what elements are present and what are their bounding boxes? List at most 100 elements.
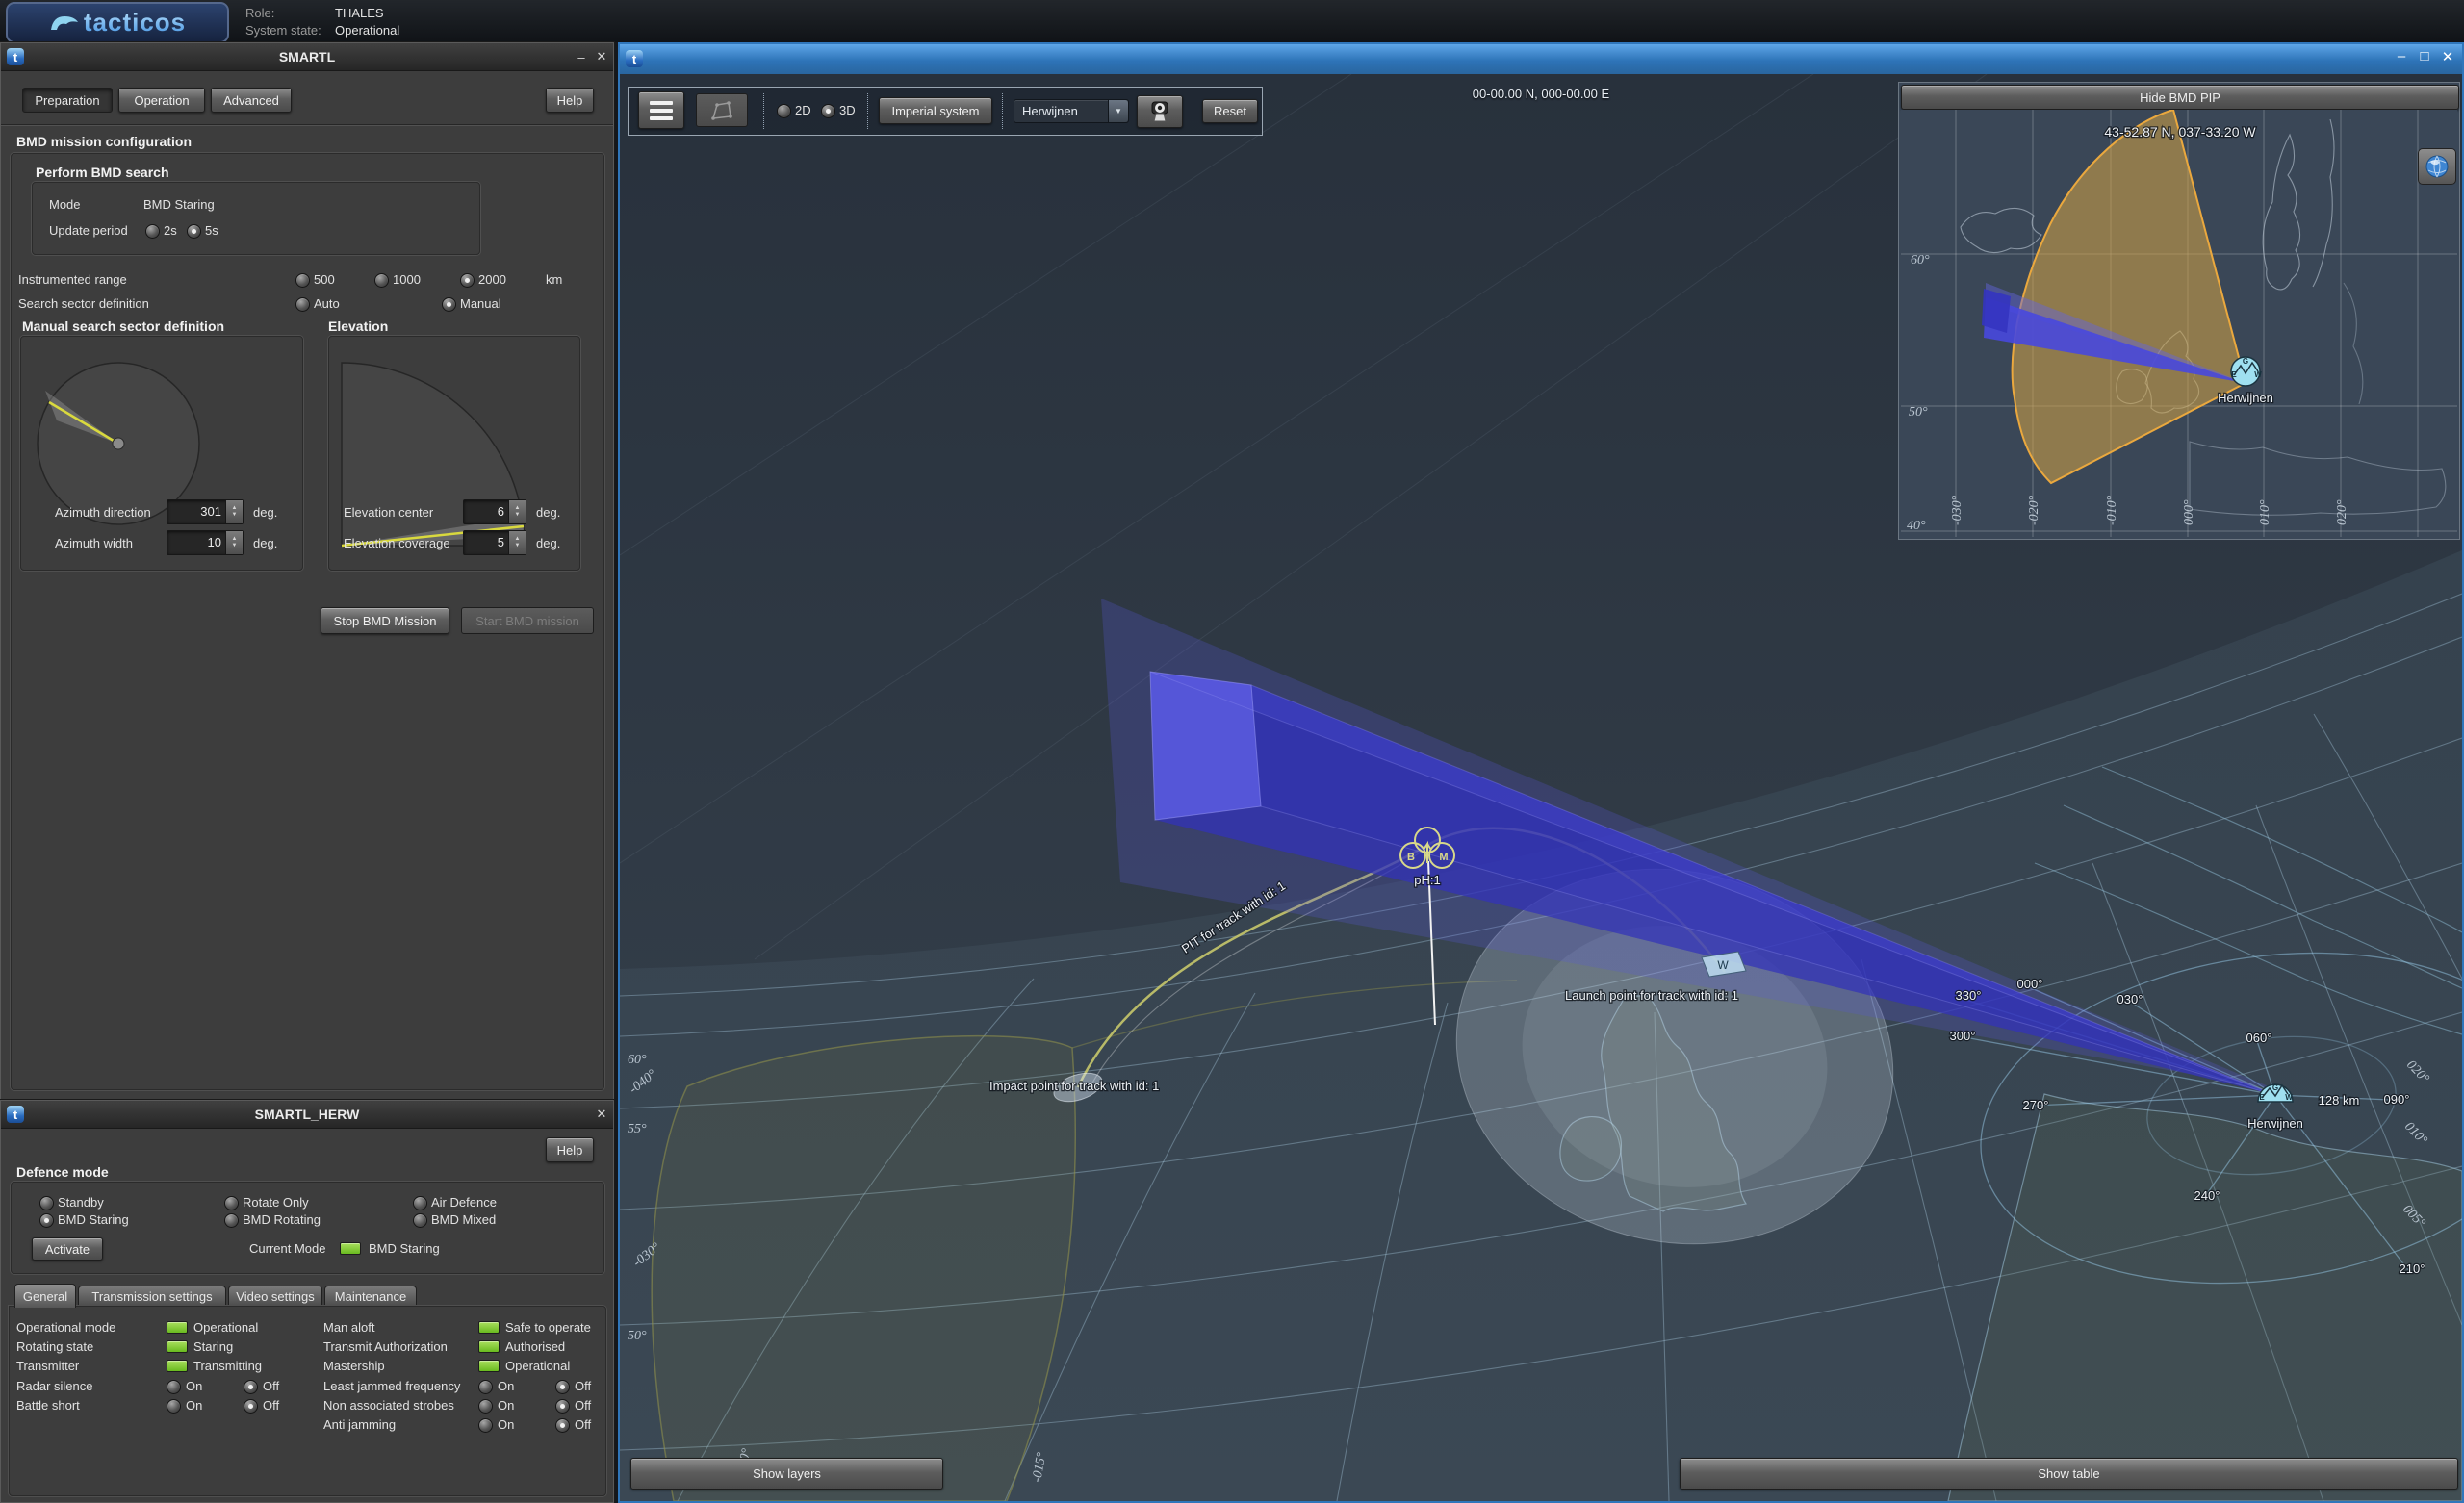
radio-sector-manual[interactable]	[442, 297, 456, 312]
site-letter-g: G	[2272, 1083, 2278, 1092]
spin-up-icon[interactable]: ▲	[232, 505, 238, 512]
radio-range-500[interactable]	[295, 273, 310, 288]
elevation-sector-widget[interactable]	[328, 336, 578, 569]
herw-help-button[interactable]: Help	[546, 1137, 594, 1162]
azimuth-width-label: Azimuth width	[55, 536, 133, 550]
current-mode-value: BMD Staring	[369, 1241, 440, 1256]
tab-maintenance[interactable]: Maintenance	[324, 1286, 417, 1306]
pip-site-label: Herwijnen	[2218, 391, 2273, 405]
radio-bmd-staring[interactable]	[39, 1213, 54, 1228]
svg-text:300°: 300°	[1950, 1029, 1976, 1043]
start-bmd-mission-button[interactable]: Start BMD mission	[461, 607, 594, 634]
maximize-icon[interactable]: □	[2414, 48, 2435, 64]
radio-update-5s[interactable]	[187, 224, 201, 239]
reset-button[interactable]: Reset	[1202, 99, 1258, 123]
camera-view-button[interactable]	[1137, 95, 1183, 128]
imperial-system-button[interactable]: Imperial system	[879, 97, 992, 124]
close-icon[interactable]: ✕	[2437, 48, 2458, 65]
azimuth-direction-unit: deg.	[253, 505, 278, 520]
stop-bmd-mission-button[interactable]: Stop BMD Mission	[321, 607, 449, 634]
elevation-coverage-value[interactable]: 5	[498, 535, 504, 549]
spin-down-icon[interactable]: ▼	[232, 543, 238, 549]
radio-rotate-only[interactable]	[224, 1196, 239, 1210]
status-led	[478, 1321, 500, 1334]
radio-sector-auto[interactable]	[295, 297, 310, 312]
radio-ljf-off[interactable]	[555, 1380, 570, 1394]
azimuth-sector-widget[interactable]	[20, 336, 301, 569]
bmd-pip-map[interactable]: G E W Herwijnen 43-52.87 N, 037-33.20 W …	[1901, 110, 2457, 537]
globe-view-button[interactable]	[2418, 148, 2456, 185]
spin-up-icon[interactable]: ▲	[232, 536, 238, 543]
measure-tool-button[interactable]	[696, 93, 748, 127]
radio-radar-silence-off[interactable]	[244, 1380, 258, 1394]
minimize-icon[interactable]: –	[2391, 48, 2412, 64]
tab-preparation[interactable]: Preparation	[22, 88, 113, 113]
close-icon[interactable]: ✕	[593, 48, 610, 65]
tab-video-settings[interactable]: Video settings	[228, 1286, 322, 1306]
smartl-herw-titlebar[interactable]: t SMARTL_HERW ✕	[1, 1101, 613, 1129]
map-3d-view[interactable]: Impact point for track with id: 1 PIT fo…	[620, 74, 2462, 1501]
radio-battle-short-on[interactable]	[167, 1399, 181, 1414]
azimuth-direction-spinner[interactable]: 301 ▲ ▼	[167, 499, 244, 524]
radio-anti-jamming-on[interactable]	[478, 1418, 493, 1433]
bm-letter-m: M	[1439, 852, 1448, 863]
tab-transmission-settings[interactable]: Transmission settings	[78, 1286, 226, 1306]
impact-point-label: Impact point for track with id: 1	[989, 1079, 1159, 1093]
tab-general[interactable]: General	[14, 1284, 76, 1308]
chevron-down-icon[interactable]: ▼	[1108, 100, 1128, 122]
radio-3d[interactable]	[821, 104, 835, 118]
elevation-center-label: Elevation center	[344, 505, 434, 520]
radio-nas-on[interactable]	[478, 1399, 493, 1414]
radio-update-2s[interactable]	[145, 224, 160, 239]
current-mode-led	[340, 1242, 361, 1255]
show-layers-button[interactable]: Show layers	[630, 1458, 943, 1490]
radio-air-defence[interactable]	[413, 1196, 427, 1210]
status-led	[167, 1360, 188, 1372]
elevation-center-value[interactable]: 6	[498, 504, 504, 519]
minimize-icon[interactable]: –	[573, 48, 590, 65]
tab-operation[interactable]: Operation	[118, 88, 205, 113]
search-sector-label: Search sector definition	[18, 296, 149, 311]
radio-range-1000[interactable]	[374, 273, 389, 288]
radio-battle-short-off[interactable]	[244, 1399, 258, 1414]
radio-anti-jamming-off[interactable]	[555, 1418, 570, 1433]
azimuth-width-value[interactable]: 10	[208, 535, 221, 549]
radio-bmd-mixed[interactable]	[413, 1213, 427, 1228]
spin-down-icon[interactable]: ▼	[232, 512, 238, 519]
menu-button[interactable]	[638, 91, 684, 129]
toolbar-separator	[763, 93, 764, 129]
activate-button[interactable]: Activate	[32, 1237, 103, 1261]
spin-down-icon[interactable]: ▼	[515, 512, 521, 519]
elevation-coverage-spinner[interactable]: 5 ▲ ▼	[463, 530, 526, 555]
radio-nas-off[interactable]	[555, 1399, 570, 1414]
radio-range-2000[interactable]	[460, 273, 475, 288]
status-value: Transmitting	[193, 1359, 263, 1373]
spin-up-icon[interactable]: ▲	[515, 536, 521, 543]
update-5s-label: 5s	[205, 223, 218, 238]
azimuth-direction-value[interactable]: 301	[200, 504, 221, 519]
tab-advanced[interactable]: Advanced	[211, 88, 292, 113]
status-label: Man aloft	[323, 1320, 375, 1335]
radio-2d[interactable]	[777, 104, 791, 118]
status-value: Operational	[505, 1359, 571, 1373]
spin-up-icon[interactable]: ▲	[515, 505, 521, 512]
svg-text:-010°: -010°	[2105, 495, 2119, 525]
radio-standby[interactable]	[39, 1196, 54, 1210]
spin-down-icon[interactable]: ▼	[515, 543, 521, 549]
waypoint-letter: W	[1717, 958, 1729, 972]
tacticos-logo: tacticos	[6, 2, 229, 43]
map-titlebar[interactable]: t – □ ✕	[620, 44, 2462, 74]
hide-bmd-pip-button[interactable]: Hide BMD PIP	[1901, 85, 2459, 110]
azimuth-width-spinner[interactable]: 10 ▲ ▼	[167, 530, 244, 555]
hamburger-icon	[650, 100, 673, 105]
radio-radar-silence-on[interactable]	[167, 1380, 181, 1394]
radio-ljf-on[interactable]	[478, 1380, 493, 1394]
divider	[1, 124, 613, 126]
show-table-button[interactable]: Show table	[1680, 1458, 2458, 1490]
site-select-dropdown[interactable]: Herwijnen ▼	[1014, 99, 1129, 123]
radio-bmd-rotating[interactable]	[224, 1213, 239, 1228]
elevation-center-spinner[interactable]: 6 ▲ ▼	[463, 499, 526, 524]
help-button[interactable]: Help	[546, 88, 594, 113]
smartl-titlebar[interactable]: t SMARTL – ✕	[1, 43, 613, 71]
close-icon[interactable]: ✕	[593, 1106, 610, 1123]
